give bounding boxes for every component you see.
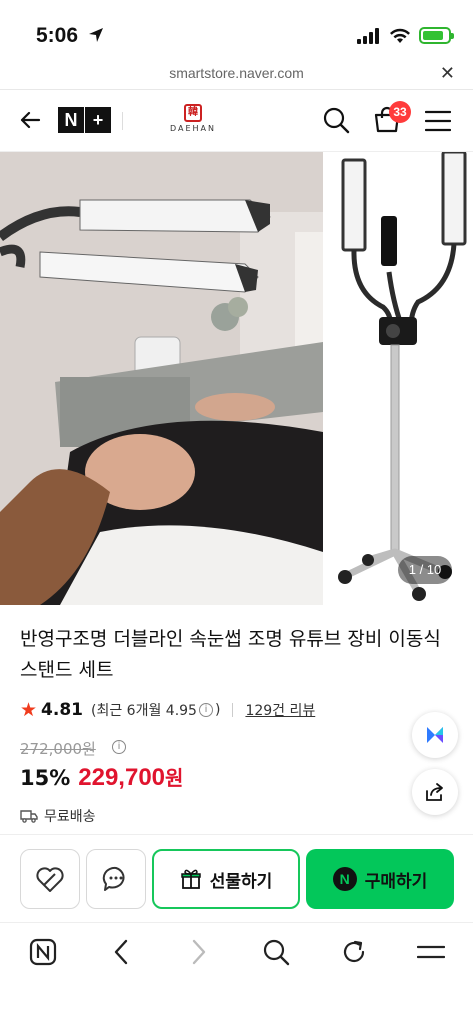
chat-bubble-icon [102, 866, 125, 891]
nplus-n: N [58, 107, 84, 133]
review-count-link[interactable]: 129건 리뷰 [245, 700, 315, 720]
cart-count-badge: 33 [389, 101, 411, 123]
purchase-action-bar: 선물하기 N 구매하기 [0, 834, 473, 922]
shipping-label: 무료배송 [44, 809, 96, 825]
brand-emblem: 韓 [184, 104, 202, 122]
browser-menu-button[interactable] [416, 937, 446, 967]
chevron-left-icon [114, 939, 128, 965]
back-arrow-icon[interactable] [18, 108, 42, 132]
image-counter: 1 / 10 [398, 556, 452, 584]
product-title: 반영구조명 더블라인 속눈썹 조명 유튜브 장비 이동식 스탠드 세트 [20, 628, 441, 681]
rating-row: ★ 4.81 (최근 6개월 4.95 i ) 129건 리뷰 [20, 699, 315, 721]
search-icon[interactable] [322, 106, 350, 134]
buy-button[interactable]: N 구매하기 [306, 849, 454, 909]
gift-icon [180, 869, 201, 889]
browser-back-button[interactable] [106, 937, 136, 967]
sale-price: 229,700 [78, 764, 166, 791]
truck-icon [20, 810, 38, 823]
store-brand-logo[interactable]: 韓 DAEHAN [168, 104, 218, 133]
share-icon [426, 783, 443, 801]
product-photo-model [0, 152, 323, 605]
url-text[interactable]: smartstore.naver.com [0, 65, 473, 81]
hamburger-menu-icon [417, 945, 445, 959]
share-button[interactable] [412, 769, 458, 815]
header-divider [122, 112, 123, 130]
ai-sparkle-icon [427, 727, 443, 743]
rating-separator [232, 703, 234, 717]
battery-charging-icon [419, 27, 454, 44]
nplus-plus: + [85, 107, 111, 133]
cellular-signal-icon [357, 27, 379, 44]
browser-refresh-button[interactable] [339, 937, 369, 967]
browser-forward-button[interactable] [184, 937, 214, 967]
brand-name: DAEHAN [169, 124, 217, 133]
recent-rating-close: ) [214, 702, 221, 718]
buy-label: 구매하기 [364, 871, 428, 892]
url-bar[interactable]: smartstore.naver.com ✕ [0, 58, 473, 90]
wifi-icon [390, 28, 410, 43]
product-image-gallery[interactable] [0, 152, 473, 605]
info-icon[interactable]: i [198, 703, 213, 717]
npay-icon: N [332, 867, 357, 891]
original-price: 272,000원 [20, 740, 96, 758]
recent-rating: (최근 6개월 4.95 [91, 703, 197, 719]
nplus-logo[interactable]: N + [58, 107, 111, 133]
naver-home-icon [29, 938, 57, 966]
shipping-info: 무료배송 [20, 806, 96, 826]
browser-toolbar [0, 922, 473, 1024]
gift-label: 선물하기 [209, 871, 273, 892]
ai-assistant-button[interactable] [412, 712, 458, 758]
star-icon: ★ [20, 699, 38, 721]
talk-talk-button[interactable] [86, 849, 146, 909]
close-icon[interactable]: ✕ [440, 63, 455, 84]
search-icon [263, 939, 290, 966]
browser-search-button[interactable] [261, 937, 291, 967]
discount-rate: 15% [20, 766, 71, 790]
price-info-icon[interactable]: i [112, 740, 126, 754]
price-row: 15% 229,700 원 [20, 762, 183, 792]
chevron-right-icon [192, 939, 206, 965]
wishlist-button[interactable] [20, 849, 80, 909]
gift-button[interactable]: 선물하기 [152, 849, 300, 909]
currency-label: 원 [165, 766, 184, 790]
status-time: 5:06 [36, 24, 79, 47]
heart-icon [36, 867, 64, 892]
naver-home-button[interactable] [28, 937, 58, 967]
location-arrow-icon [89, 28, 103, 42]
rating-score: 4.81 [41, 700, 83, 720]
hamburger-menu-icon[interactable] [425, 110, 451, 132]
refresh-icon [343, 940, 365, 963]
product-photo-stand [323, 152, 473, 605]
